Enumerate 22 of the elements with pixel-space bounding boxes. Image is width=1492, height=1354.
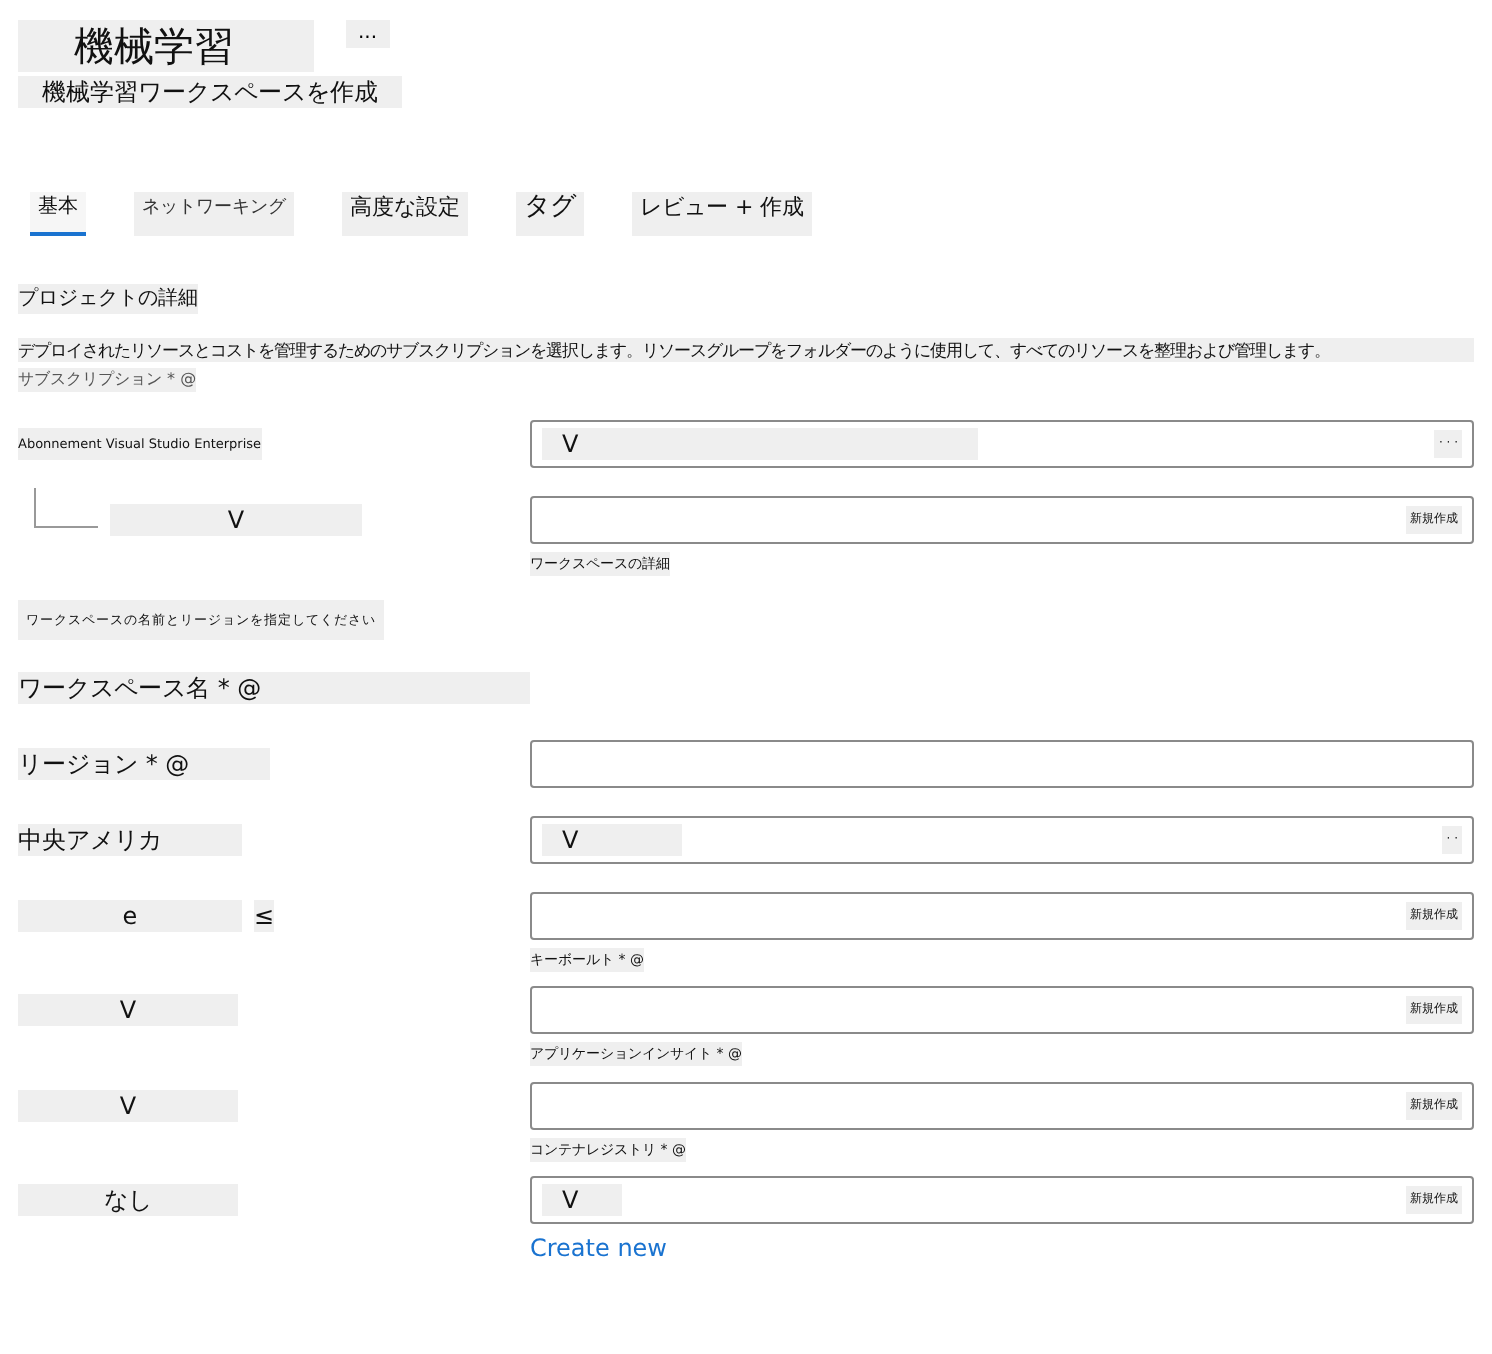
field-label: V bbox=[18, 1089, 238, 1122]
tab[interactable]: 基本 bbox=[30, 191, 86, 235]
description-text: デプロイされたリソースとコストを管理するためのサブスクリプションを選択します。リソースグループをフォルダーのように使用して、すべてのリソースを整理および管理します。 bbox=[18, 338, 1474, 363]
field-label: なし bbox=[18, 1184, 238, 1217]
page-title: 機械学習 bbox=[18, 20, 314, 72]
input-field[interactable] bbox=[530, 739, 1474, 788]
symbol-text: ≤ bbox=[254, 899, 275, 932]
field-label: 中央アメリカ bbox=[18, 823, 242, 856]
field-label: ワークスペース名 * @ bbox=[18, 671, 530, 704]
field-label: e bbox=[18, 899, 242, 932]
more-button[interactable]: ... bbox=[346, 20, 390, 48]
tab[interactable]: タグ bbox=[516, 191, 584, 235]
field-label: V bbox=[18, 994, 238, 1027]
create-new-link[interactable]: Create new bbox=[530, 1230, 667, 1267]
field-label: リージョン * @ bbox=[18, 747, 270, 780]
tab[interactable]: ネットワーキング bbox=[134, 191, 294, 235]
page-subtitle: 機械学習ワークスペースを作成 bbox=[18, 76, 402, 108]
tab[interactable]: レビュー + 作成 bbox=[632, 191, 813, 235]
field-label: V bbox=[110, 504, 362, 537]
section-title: プロジェクトの詳細 bbox=[18, 283, 198, 313]
field-label: サブスクリプション * @ bbox=[18, 368, 197, 393]
tab[interactable]: 高度な設定 bbox=[342, 191, 468, 235]
